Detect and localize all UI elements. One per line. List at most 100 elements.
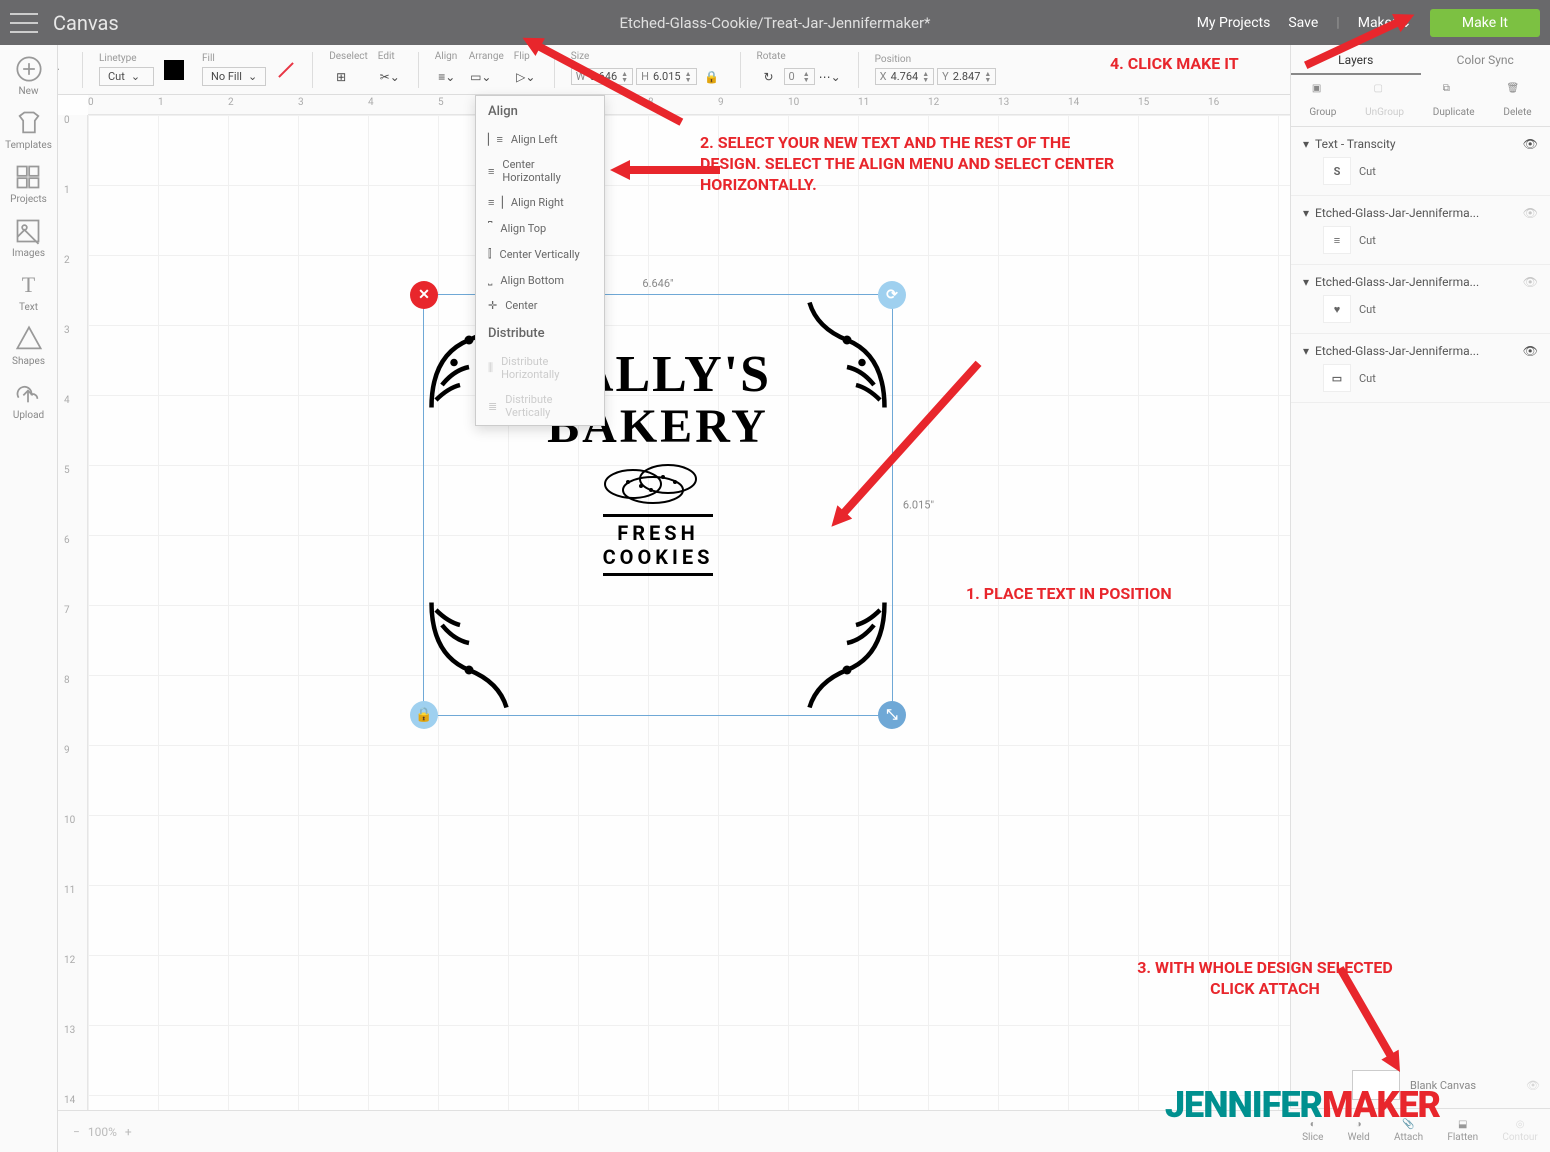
layer-item[interactable]: ▾Etched-Glass-Jar-Jenniferma...👁▭Cut (1291, 334, 1550, 403)
linetype-dropdown[interactable]: Cut⌄ (99, 67, 154, 86)
sidebar-text[interactable]: TText (15, 271, 43, 313)
zoom-controls[interactable]: −100% + (73, 1125, 132, 1139)
sidebar-upload[interactable]: Upload (13, 379, 44, 421)
align-right-icon: ≡▕ (488, 196, 503, 209)
watermark: JENNIFERMAKER (1165, 1084, 1440, 1126)
my-projects-link[interactable]: My Projects (1197, 15, 1271, 31)
linetype-label: Linetype (99, 53, 154, 64)
menu-icon[interactable] (10, 13, 38, 33)
align-label: Align (435, 51, 459, 62)
selection-width-label: 6.646" (642, 277, 673, 290)
topbar: Canvas Etched-Glass-Cookie/Treat-Jar-Jen… (0, 0, 1550, 45)
zoom-in-icon[interactable]: + (125, 1125, 132, 1139)
shirt-icon (15, 109, 43, 137)
left-sidebar: New Templates Projects Images TText Shap… (0, 45, 58, 1152)
zoom-out-icon[interactable]: − (73, 1125, 80, 1139)
align-top-icon: ⎴ (488, 221, 492, 235)
layer-name: Etched-Glass-Jar-Jenniferma... (1315, 344, 1479, 358)
arrange-label: Arrange (469, 51, 504, 62)
ruler-horizontal: 012345678910111213141516 (88, 95, 1290, 115)
visibility-toggle-icon[interactable]: 👁 (1523, 137, 1538, 151)
align-dropdown[interactable]: ≡⌄ (435, 65, 459, 89)
app-title: Canvas (53, 11, 119, 35)
deselect-label: Deselect (329, 51, 368, 62)
make-it-button[interactable]: Make It (1430, 9, 1540, 37)
design-line-3: FRESHCOOKIES (424, 504, 892, 576)
visibility-toggle-icon[interactable]: 👁 (1523, 344, 1538, 358)
sidebar-projects[interactable]: Projects (10, 163, 47, 205)
fill-swatch[interactable] (276, 60, 296, 80)
align-bottom-item[interactable]: ⎵Align Bottom (476, 267, 604, 293)
duplicate-icon: ⧉ (1443, 83, 1465, 105)
height-input[interactable]: H6.015▲▼ (636, 68, 696, 85)
flatten-button[interactable]: ⬓Flatten (1447, 1119, 1478, 1143)
sidebar-shapes[interactable]: Shapes (12, 325, 45, 367)
distribute-vertically-item: ≣Distribute Vertically (476, 387, 604, 425)
center-item[interactable]: ✛Center (476, 293, 604, 318)
tab-colorsync[interactable]: Color Sync (1421, 45, 1550, 75)
no-fill-icon (278, 62, 294, 78)
text-icon: T (15, 271, 43, 299)
layer-thumb: S (1323, 157, 1351, 185)
layer-thumb: ♥ (1323, 295, 1351, 323)
save-link[interactable]: Save (1288, 15, 1318, 31)
visibility-toggle-icon[interactable]: 👁 (1523, 275, 1538, 289)
position-label: Position (875, 54, 997, 65)
duplicate-button[interactable]: ⧉Duplicate (1433, 83, 1475, 118)
chevron-down-icon[interactable]: ▾ (1303, 206, 1309, 220)
bottom-bar: −100% + (58, 1110, 1290, 1152)
layer-thumb: ≡ (1323, 226, 1351, 254)
visibility-toggle-icon[interactable]: 👁 (1523, 206, 1538, 220)
sidebar-templates[interactable]: Templates (5, 109, 52, 151)
group-button[interactable]: ▣Group (1309, 83, 1336, 118)
edit-dropdown[interactable]: ✂⌄ (378, 65, 402, 89)
x-input[interactable]: X4.764▲▼ (875, 68, 934, 85)
lock-aspect-icon[interactable]: 🔒 (700, 65, 724, 89)
rotate-icon[interactable]: ↻ (757, 65, 781, 89)
edit-label: Edit (378, 51, 402, 62)
layer-thumb: ▭ (1323, 364, 1351, 392)
sidebar-new[interactable]: New (15, 55, 43, 97)
layer-name: Etched-Glass-Jar-Jenniferma... (1315, 275, 1479, 289)
fill-dropdown[interactable]: No Fill⌄ (202, 67, 266, 86)
right-panel: Layers Color Sync ▣Group ▢UnGroup ⧉Dupli… (1290, 45, 1550, 1152)
canvas-area[interactable]: 012345678910111213141516 012345678910111… (58, 95, 1290, 1110)
align-top-item[interactable]: ⎴Align Top (476, 215, 604, 241)
trash-icon: 🗑 (1506, 83, 1528, 105)
visibility-toggle-icon[interactable]: 👁 (1526, 1079, 1540, 1092)
layer-action: Cut (1359, 234, 1376, 247)
align-bottom-icon: ⎵ (488, 273, 492, 287)
align-menu: Align ▏≡Align Left ≡Center Horizontally … (475, 95, 605, 426)
layer-item[interactable]: ▾Text - Transcity👁SCut (1291, 127, 1550, 196)
center-h-icon: ≡ (488, 165, 494, 178)
layer-item[interactable]: ▾ Etched-Glass-Jar-Jenniferma... 👁 ≡ Cut (1291, 196, 1550, 265)
distribute-horizontally-item: ⫼Distribute Horizontally (476, 349, 604, 387)
arrow-icon (610, 160, 720, 180)
rotate-input[interactable]: 0▲▼ (784, 68, 815, 85)
upload-icon (14, 379, 42, 407)
sidebar-images[interactable]: Images (12, 217, 45, 259)
flip-dropdown[interactable]: ▷⌄ (514, 65, 538, 89)
layer-name: Etched-Glass-Jar-Jenniferma... (1315, 206, 1479, 220)
align-left-item[interactable]: ▏≡Align Left (476, 127, 604, 152)
align-left-icon: ▏≡ (488, 133, 503, 146)
zoom-value: 100% (88, 1125, 117, 1139)
chevron-down-icon[interactable]: ▾ (1303, 137, 1309, 151)
center-icon: ✛ (488, 299, 497, 312)
align-section-header: Align (476, 96, 604, 127)
arrange-dropdown[interactable]: ▭⌄ (469, 65, 493, 89)
dist-h-icon: ⫼ (488, 361, 493, 375)
layer-item[interactable]: ▾Etched-Glass-Jar-Jenniferma...👁♥Cut (1291, 265, 1550, 334)
center-horizontally-item[interactable]: ≡Center Horizontally (476, 152, 604, 190)
more-dropdown[interactable]: ⋯⌄ (818, 65, 842, 89)
contour-button: ◎Contour (1502, 1119, 1538, 1143)
y-input[interactable]: Y2.847▲▼ (937, 68, 996, 85)
deselect-button[interactable]: ⊞ (329, 65, 353, 89)
chevron-down-icon[interactable]: ▾ (1303, 344, 1309, 358)
chevron-down-icon[interactable]: ▾ (1303, 275, 1309, 289)
center-vertically-item[interactable]: ⫿Center Vertically (476, 241, 604, 267)
align-right-item[interactable]: ≡▕Align Right (476, 190, 604, 215)
linetype-color-swatch[interactable] (164, 60, 184, 80)
ungroup-button: ▢UnGroup (1365, 83, 1404, 118)
delete-button[interactable]: 🗑Delete (1503, 83, 1531, 118)
